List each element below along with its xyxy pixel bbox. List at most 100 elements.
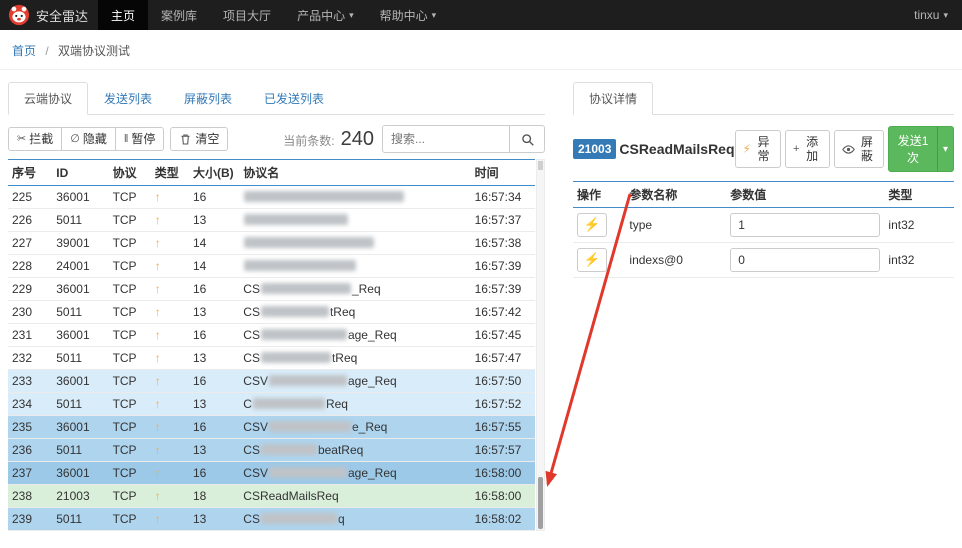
tab-send-list[interactable]: 发送列表 — [88, 82, 168, 115]
add-button[interactable]: + 添加 — [784, 130, 830, 168]
nav-item-home[interactable]: 主页 — [98, 0, 149, 30]
row-index: 228 — [8, 254, 53, 278]
param-value-cell — [726, 242, 885, 278]
intercept-button[interactable]: ✂ 拦截 — [8, 127, 63, 151]
row-protocol: TCP — [108, 484, 151, 508]
protocol-name-text: beatReq — [317, 443, 364, 457]
tab-sent-list[interactable]: 已发送列表 — [248, 82, 340, 115]
protocol-name-title: CSReadMailsReq — [619, 141, 735, 157]
clear-button[interactable]: 清空 — [170, 127, 229, 151]
hide-button[interactable]: ∅ 隐藏 — [61, 127, 116, 151]
protocol-row[interactable]: 225 36001 TCP ↑ 16 16:57:34 — [8, 185, 535, 209]
row-id: 5011 — [52, 346, 109, 370]
protocol-row[interactable]: 238 21003 TCP ↑ 18 CSReadMailsReq 16:58:00 — [8, 484, 535, 508]
tab-protocol-detail[interactable]: 协议详情 — [573, 82, 654, 115]
up-arrow-icon: ↑ — [154, 512, 161, 526]
row-protocol: TCP — [108, 415, 151, 439]
row-protocol-name: C Req — [239, 392, 471, 416]
protocol-row[interactable]: 234 5011 TCP ↑ 13 C Req 16:57:52 — [8, 392, 535, 416]
row-protocol-name — [239, 208, 471, 232]
param-value-input[interactable] — [730, 213, 881, 237]
row-id: 36001 — [52, 185, 109, 209]
param-exception-button[interactable]: ⚡ — [577, 213, 607, 237]
row-index: 237 — [8, 461, 53, 485]
hide-slash-icon: ∅ — [70, 133, 80, 145]
protocol-name-text: tReq — [331, 351, 358, 365]
param-exception-button[interactable]: ⚡ — [577, 248, 607, 272]
row-index: 235 — [8, 415, 53, 439]
row-protocol: TCP — [108, 277, 151, 301]
up-arrow-icon: ↑ — [154, 305, 161, 319]
protocol-name-text: _Req — [351, 282, 381, 296]
protocol-row[interactable]: 239 5011 TCP ↑ 13 CS q 16:58:02 — [8, 507, 535, 531]
param-table: 操作 参数名称 参数值 类型 ⚡ type int32 ⚡ indexs@0 int32 — [573, 181, 954, 278]
row-size: 13 — [189, 392, 240, 416]
row-id: 5011 — [52, 507, 109, 531]
trash-icon — [179, 133, 192, 146]
row-protocol: TCP — [108, 438, 151, 462]
up-arrow-icon: ↑ — [154, 213, 161, 227]
row-direction: ↑ — [150, 392, 189, 416]
redacted-blur — [260, 306, 329, 317]
protocol-row[interactable]: 231 36001 TCP ↑ 16 CS age_Req 16:57:45 — [8, 323, 535, 347]
exception-button[interactable]: ⚡ 异常 — [734, 130, 781, 168]
tab-block-list[interactable]: 屏蔽列表 — [168, 82, 248, 115]
redacted-blur — [244, 260, 357, 271]
header-param-value: 参数值 — [726, 181, 885, 208]
up-arrow-icon: ↑ — [154, 443, 161, 457]
redacted-blur — [268, 375, 347, 386]
protocol-toolbar: ✂ 拦截 ∅ 隐藏 ‖ 暂停 清空 当前条数: 240 搜索... — [8, 125, 545, 153]
row-size: 18 — [189, 484, 240, 508]
nav-item-project-hall[interactable]: 项目大厅 — [210, 0, 284, 30]
nav-label: 案例库 — [161, 8, 198, 23]
protocol-row[interactable]: 227 39001 TCP ↑ 14 16:57:38 — [8, 231, 535, 255]
header-operation: 操作 — [573, 181, 626, 208]
redacted-blur — [260, 352, 331, 363]
search-icon — [521, 133, 534, 146]
breadcrumb-home-link[interactable]: 首页 — [12, 44, 36, 58]
protocol-row[interactable]: 232 5011 TCP ↑ 13 CS tReq 16:57:47 — [8, 346, 535, 370]
row-protocol: TCP — [108, 185, 151, 209]
protocol-row[interactable]: 226 5011 TCP ↑ 13 16:57:37 — [8, 208, 535, 232]
pause-button[interactable]: ‖ 暂停 — [114, 127, 165, 151]
nav-item-product-center[interactable]: 产品中心 ▾ — [284, 0, 367, 30]
row-time: 16:57:39 — [470, 254, 535, 278]
protocol-row[interactable]: 230 5011 TCP ↑ 13 CS tReq 16:57:42 — [8, 300, 535, 324]
header-protocol: 协议 — [108, 159, 151, 186]
nav-item-help-center[interactable]: 帮助中心 ▾ — [367, 0, 450, 30]
send-button[interactable]: 发送1次 — [888, 126, 938, 172]
row-index: 227 — [8, 231, 53, 255]
tab-cloud-protocol[interactable]: 云端协议 — [8, 82, 89, 115]
protocol-row[interactable]: 229 36001 TCP ↑ 16 CS _Req 16:57:39 — [8, 277, 535, 301]
up-arrow-icon: ↑ — [154, 259, 161, 273]
protocol-row[interactable]: 237 36001 TCP ↑ 16 CSV age_Req 16:58:00 — [8, 461, 535, 485]
breadcrumb-separator: / — [45, 44, 49, 58]
scrollbar-thumb[interactable] — [538, 477, 543, 529]
scrollbar[interactable] — [536, 159, 545, 531]
header-size: 大小(B) — [189, 159, 240, 186]
row-time: 16:57:47 — [470, 346, 535, 370]
row-protocol: TCP — [108, 231, 151, 255]
send-dropdown-caret[interactable]: ▾ — [936, 126, 954, 172]
row-protocol-name: CS beatReq — [239, 438, 471, 462]
param-name: indexs@0 — [625, 242, 727, 278]
protocol-row[interactable]: 233 36001 TCP ↑ 16 CSV age_Req 16:57:50 — [8, 369, 535, 393]
protocol-name-text: CSV — [243, 374, 268, 388]
protocol-row[interactable]: 236 5011 TCP ↑ 13 CS beatReq 16:57:57 — [8, 438, 535, 462]
protocol-row[interactable]: 228 24001 TCP ↑ 14 16:57:39 — [8, 254, 535, 278]
block-button[interactable]: 屏蔽 — [833, 130, 885, 168]
search-input[interactable] — [382, 125, 510, 153]
row-protocol: TCP — [108, 300, 151, 324]
row-direction: ↑ — [150, 346, 189, 370]
param-value-input[interactable] — [730, 248, 881, 272]
search-button[interactable] — [509, 125, 545, 153]
protocol-row[interactable]: 235 36001 TCP ↑ 16 CSV e_Req 16:57:55 — [8, 415, 535, 439]
nav-item-case-library[interactable]: 案例库 — [148, 0, 210, 30]
row-index: 239 — [8, 507, 53, 531]
chevron-down-icon: ▾ — [349, 9, 354, 20]
lightning-icon: ⚡ — [742, 142, 751, 156]
row-id: 36001 — [52, 369, 109, 393]
protocol-name-text: C — [243, 397, 252, 411]
row-protocol: TCP — [108, 392, 151, 416]
user-menu[interactable]: tinxu ▾ — [900, 0, 962, 30]
